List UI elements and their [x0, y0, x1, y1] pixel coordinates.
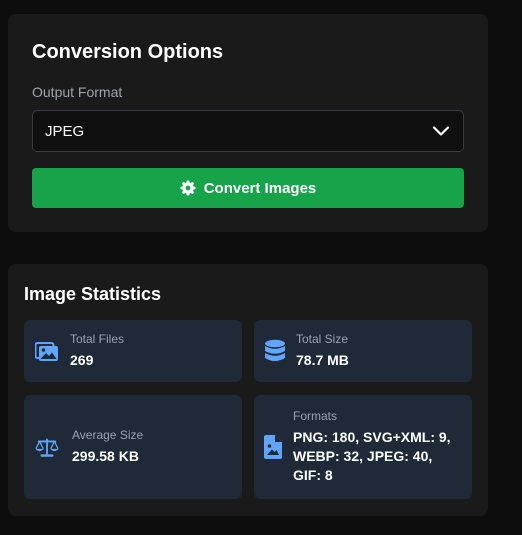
database-icon [263, 339, 287, 363]
convert-images-button[interactable]: Convert Images [32, 168, 464, 208]
image-statistics-panel: Image Statistics Total Files 269 Total S… [8, 264, 488, 516]
output-format-label: Output Format [32, 84, 123, 100]
balance-scale-icon [35, 435, 59, 459]
output-format-value: JPEG [45, 122, 85, 140]
chevron-down-icon [431, 121, 451, 141]
average-size-card: Average Size 299.58 KB [24, 395, 242, 499]
convert-images-label: Convert Images [203, 179, 317, 197]
average-size-value: 299.58 KB [72, 448, 139, 464]
image-statistics-title: Image Statistics [24, 284, 162, 304]
output-format-select[interactable]: JPEG [32, 110, 464, 152]
total-files-label: Total Files [70, 332, 125, 346]
conversion-options-title: Conversion Options [32, 41, 224, 63]
average-size-label: Average Size [72, 428, 144, 442]
images-icon [35, 339, 59, 363]
formats-label: Formats [293, 409, 338, 423]
conversion-options-panel: Conversion Options Output Format JPEG Co… [8, 14, 488, 232]
gear-icon [180, 180, 196, 196]
file-image-icon [261, 435, 285, 459]
total-size-card: Total Size 78.7 MB [254, 320, 472, 382]
total-size-value: 78.7 MB [296, 352, 349, 368]
total-files-card: Total Files 269 [24, 320, 242, 382]
total-size-label: Total Size [296, 332, 349, 346]
formats-value: PNG: 180, SVG+XML: 9, WEBP: 32, JPEG: 40… [293, 429, 451, 483]
total-files-value: 269 [70, 352, 94, 368]
formats-card: Formats PNG: 180, SVG+XML: 9, WEBP: 32, … [254, 395, 472, 499]
